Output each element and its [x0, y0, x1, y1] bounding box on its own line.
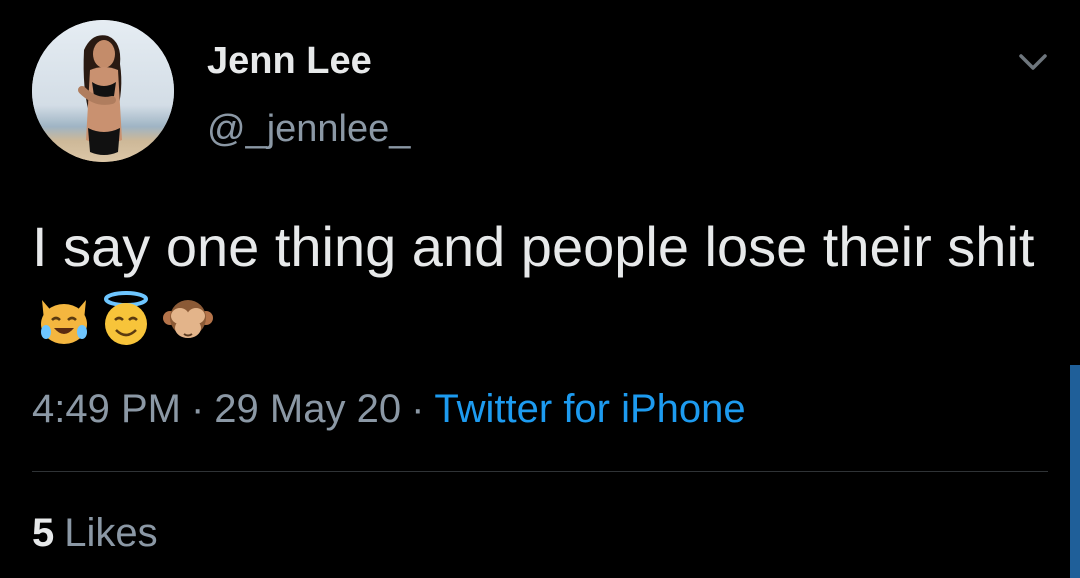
scrollbar[interactable]	[1070, 365, 1080, 578]
likes-stat[interactable]: 5 Likes	[32, 513, 158, 553]
likes-label: Likes	[64, 511, 158, 555]
user-handle[interactable]: @_jennlee_	[207, 110, 410, 148]
tweet-time: 4:49 PM	[32, 387, 181, 431]
tweet-meta: 4:49 PM · 29 May 20 · Twitter for iPhone	[32, 389, 746, 429]
divider	[32, 471, 1048, 472]
cat-tears-of-joy-icon	[41, 300, 87, 344]
smiling-face-halo-icon	[104, 291, 148, 345]
profile-photo	[32, 20, 174, 162]
meta-separator: ·	[190, 387, 205, 431]
tweet-source-link[interactable]: Twitter for iPhone	[434, 387, 745, 431]
display-name[interactable]: Jenn Lee	[207, 42, 372, 80]
meta-separator: ·	[411, 387, 425, 431]
tweet-date: 29 May 20	[214, 387, 402, 431]
chevron-down-icon[interactable]	[1016, 50, 1050, 74]
see-no-evil-monkey-icon	[163, 300, 213, 338]
likes-count: 5	[32, 511, 55, 555]
avatar[interactable]	[32, 20, 174, 162]
tweet-text-content: I say one thing and people lose their sh…	[32, 215, 1035, 278]
tweet-text: I say one thing and people lose their sh…	[32, 212, 1042, 352]
